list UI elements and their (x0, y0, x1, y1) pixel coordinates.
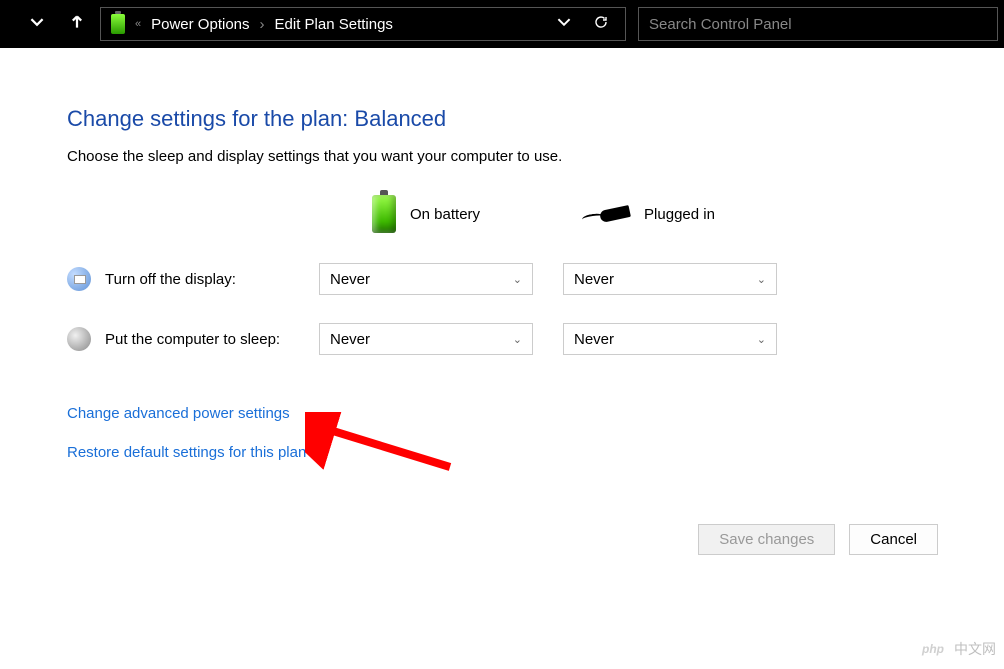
breadcrumb-power-options[interactable]: Power Options (151, 16, 249, 33)
display-battery-select[interactable]: Never ⌄ (319, 263, 533, 295)
breadcrumb-edit-plan[interactable]: Edit Plan Settings (275, 16, 393, 33)
restore-defaults-link[interactable]: Restore default settings for this plan (67, 444, 1004, 461)
display-plugged-value: Never (574, 271, 614, 288)
topbar: « Power Options › Edit Plan Settings Sea… (0, 0, 1004, 48)
content-area: Change settings for the plan: Balanced C… (0, 48, 1004, 461)
sleep-row: Put the computer to sleep: Never ⌄ Never… (67, 323, 1004, 355)
watermark: php 中文网 (918, 639, 996, 659)
watermark-text: 中文网 (954, 639, 996, 659)
plug-icon (580, 204, 630, 224)
search-placeholder: Search Control Panel (649, 16, 792, 33)
links-block: Change advanced power settings Restore d… (67, 405, 1004, 461)
power-plan-icon (111, 14, 125, 34)
display-icon (67, 267, 91, 291)
page-description: Choose the sleep and display settings th… (67, 148, 1004, 165)
battery-icon (372, 195, 396, 233)
search-box[interactable]: Search Control Panel (638, 7, 998, 41)
advanced-power-settings-link[interactable]: Change advanced power settings (67, 405, 1004, 422)
sleep-battery-value: Never (330, 331, 370, 348)
sleep-icon (67, 327, 91, 351)
breadcrumb-separator: › (260, 16, 265, 33)
save-button: Save changes (698, 524, 835, 555)
column-headers: On battery Plugged in (372, 195, 1004, 233)
nav-up-icon[interactable] (70, 15, 84, 33)
refresh-icon[interactable] (593, 14, 609, 34)
cancel-button[interactable]: Cancel (849, 524, 938, 555)
plugged-in-label: Plugged in (644, 206, 715, 223)
nav-arrows (6, 15, 84, 33)
page-title: Change settings for the plan: Balanced (67, 106, 1004, 132)
watermark-badge: php (918, 640, 948, 658)
display-label: Turn off the display: (105, 271, 305, 288)
sleep-label: Put the computer to sleep: (105, 331, 305, 348)
breadcrumb-prefix: « (135, 18, 141, 30)
display-battery-value: Never (330, 271, 370, 288)
sleep-plugged-select[interactable]: Never ⌄ (563, 323, 777, 355)
display-row: Turn off the display: Never ⌄ Never ⌄ (67, 263, 1004, 295)
chevron-down-icon: ⌄ (757, 333, 766, 346)
sleep-battery-select[interactable]: Never ⌄ (319, 323, 533, 355)
display-plugged-select[interactable]: Never ⌄ (563, 263, 777, 295)
address-dropdown-icon[interactable] (557, 15, 571, 33)
address-bar[interactable]: « Power Options › Edit Plan Settings (100, 7, 626, 41)
plugged-in-header: Plugged in (580, 204, 715, 224)
chevron-down-icon: ⌄ (513, 273, 522, 286)
chevron-down-icon: ⌄ (513, 333, 522, 346)
button-row: Save changes Cancel (698, 524, 938, 555)
on-battery-header: On battery (372, 195, 480, 233)
sleep-plugged-value: Never (574, 331, 614, 348)
on-battery-label: On battery (410, 206, 480, 223)
chevron-down-icon: ⌄ (757, 273, 766, 286)
nav-down-icon[interactable] (30, 15, 44, 33)
